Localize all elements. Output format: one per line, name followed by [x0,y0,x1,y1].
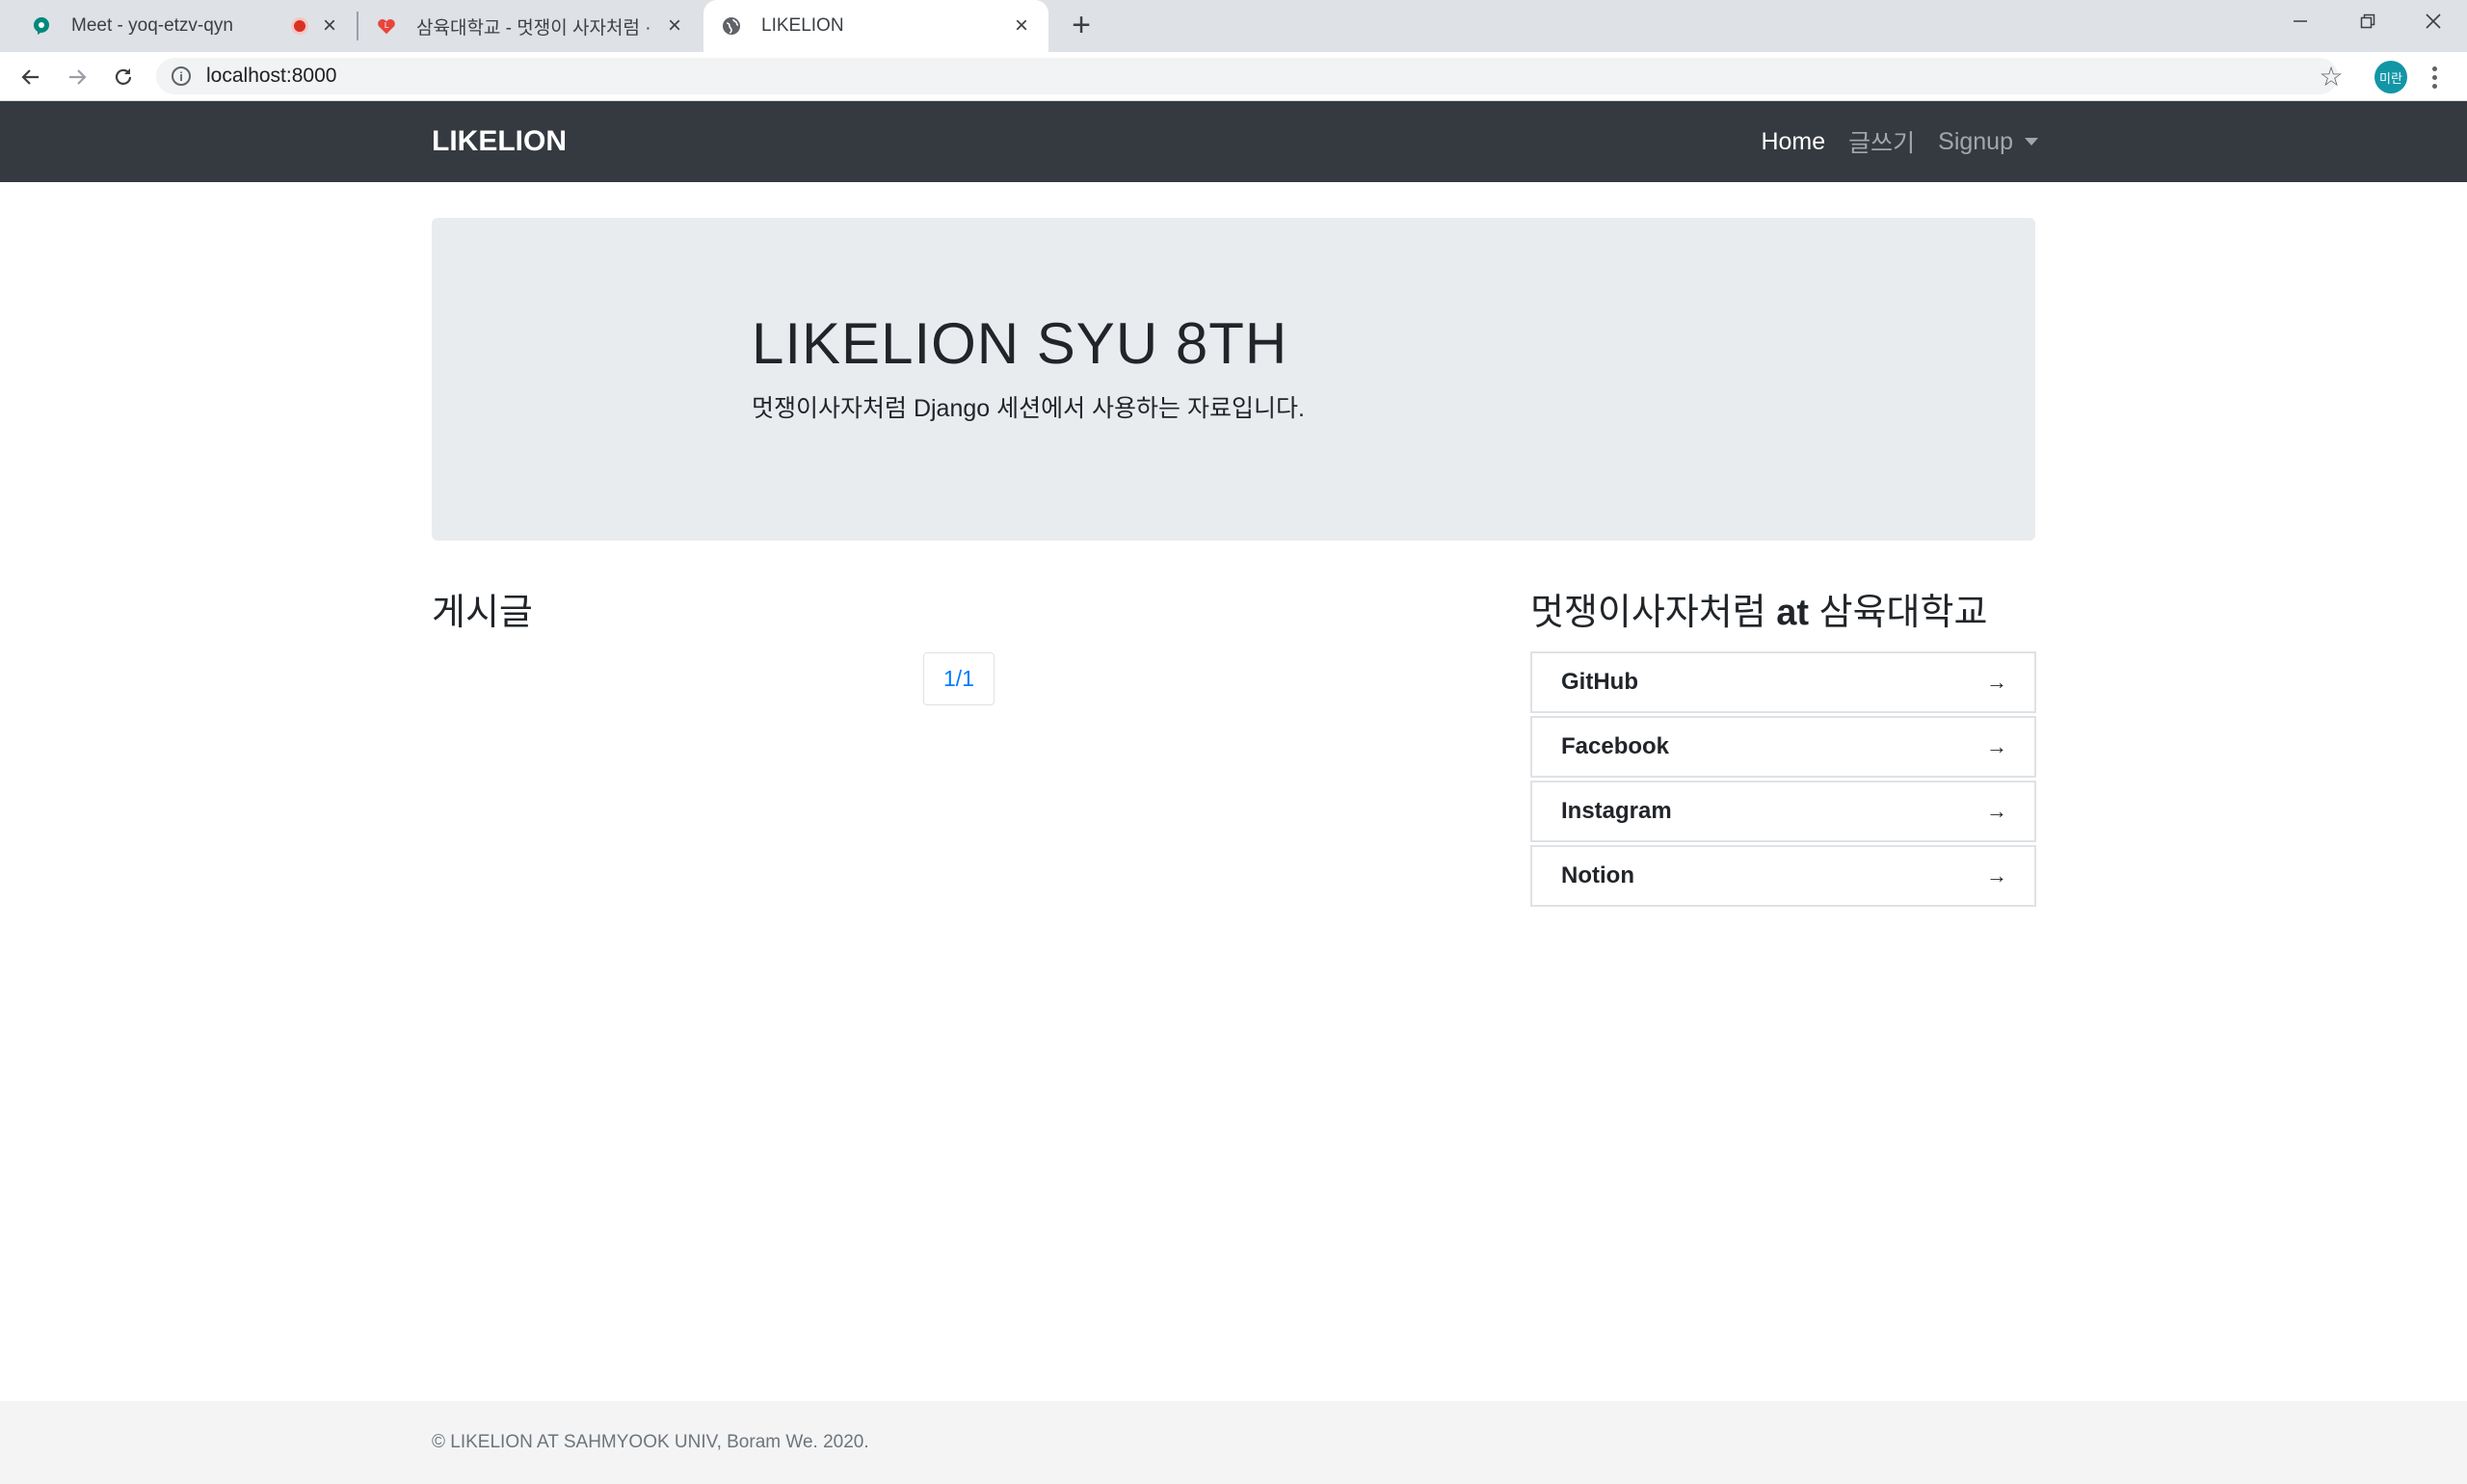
navbar-links: Home 글쓰기 Signup [1761,101,2038,182]
footer-copyright: © LIKELION AT SAHMYOOK UNIV, Boram We. 2… [432,1432,869,1452]
tab-title: 삼육대학교 - 멋쟁이 사자처럼 · [416,17,651,39]
address-bar[interactable]: i localhost:8000 [156,58,2338,94]
close-tab-icon[interactable]: × [1008,13,1035,40]
globe-icon [721,15,742,37]
svg-text:L: L [385,20,389,30]
reload-icon[interactable] [104,58,143,96]
links-heading-suffix: 삼육대학교 [1809,593,1988,633]
minimize-icon[interactable] [2267,0,2334,42]
tab-title: LIKELION [761,15,844,36]
new-tab-button[interactable]: + [1064,7,1099,43]
arrow-right-icon: → [1986,670,2007,694]
close-window-icon[interactable] [2400,0,2467,42]
bookmark-star-icon[interactable]: ☆ [2315,56,2348,96]
link-label: Notion [1561,862,1634,888]
jumbotron: LIKELION SYU 8TH 멋쟁이사자처럼 Django 세션에서 사용하… [432,218,2035,541]
link-notion[interactable]: Notion → [1530,845,2036,907]
nav-write[interactable]: 글쓰기 [1848,124,1915,159]
tab-likelion[interactable]: LIKELION × [703,0,1048,52]
forward-icon[interactable] [58,58,96,96]
links-heading: 멋쟁이사자처럼 at 삼육대학교 [1530,582,1987,635]
link-facebook[interactable]: Facebook → [1530,716,2036,778]
restore-icon[interactable] [2334,0,2401,42]
arrow-right-icon: → [1986,734,2007,758]
link-label: GitHub [1561,669,1638,695]
tab-meet[interactable]: Meet - yoq-etzv-qyn × [0,0,357,52]
link-instagram[interactable]: Instagram → [1530,781,2036,842]
links-heading-prefix: 멋쟁이사자처럼 [1530,593,1777,633]
nav-home[interactable]: Home [1761,128,1825,156]
arrow-right-icon: → [1986,863,2007,888]
links-heading-bold: at [1776,593,1810,633]
nav-signup-label: Signup [1938,127,2013,155]
jumbotron-title: LIKELION SYU 8TH [752,311,1288,376]
posts-heading: 게시글 [432,593,533,633]
browser-toolbar: i localhost:8000 ☆ 미란 [0,52,2467,101]
link-github[interactable]: GitHub → [1530,651,2036,713]
profile-avatar[interactable]: 미란 [2374,61,2407,93]
tab-syu-likelion[interactable]: L 삼육대학교 - 멋쟁이 사자처럼 · × [358,0,702,52]
url-text: localhost:8000 [206,65,337,87]
likelion-heart-icon: L [376,15,397,37]
site-info-icon[interactable]: i [172,66,191,86]
external-links-list: GitHub → Facebook → Instagram → Notion → [1530,651,2036,910]
site-navbar: LIKELION Home 글쓰기 Signup [0,101,2467,182]
site-footer: © LIKELION AT SAHMYOOK UNIV, Boram We. 2… [0,1401,2467,1484]
tab-title: Meet - yoq-etzv-qyn [71,15,233,36]
caret-down-icon [2025,138,2038,146]
meet-icon [31,15,52,37]
browser-menu-icon[interactable] [2423,60,2446,94]
close-tab-icon[interactable]: × [661,13,688,40]
navbar-brand[interactable]: LIKELION [432,101,567,182]
nav-signup-dropdown[interactable]: Signup [1938,128,2038,156]
close-tab-icon[interactable]: × [316,13,343,40]
recording-icon [291,17,308,35]
browser-tabstrip: Meet - yoq-etzv-qyn × L 삼육대학교 - 멋쟁이 사자처럼… [0,0,2467,52]
arrow-right-icon: → [1986,799,2007,823]
pagination-current[interactable]: 1/1 [923,652,995,705]
link-label: Instagram [1561,798,1672,824]
back-icon[interactable] [12,58,50,96]
jumbotron-subtitle: 멋쟁이사자처럼 Django 세션에서 사용하는 자료입니다. [752,395,1305,422]
link-label: Facebook [1561,733,1670,759]
